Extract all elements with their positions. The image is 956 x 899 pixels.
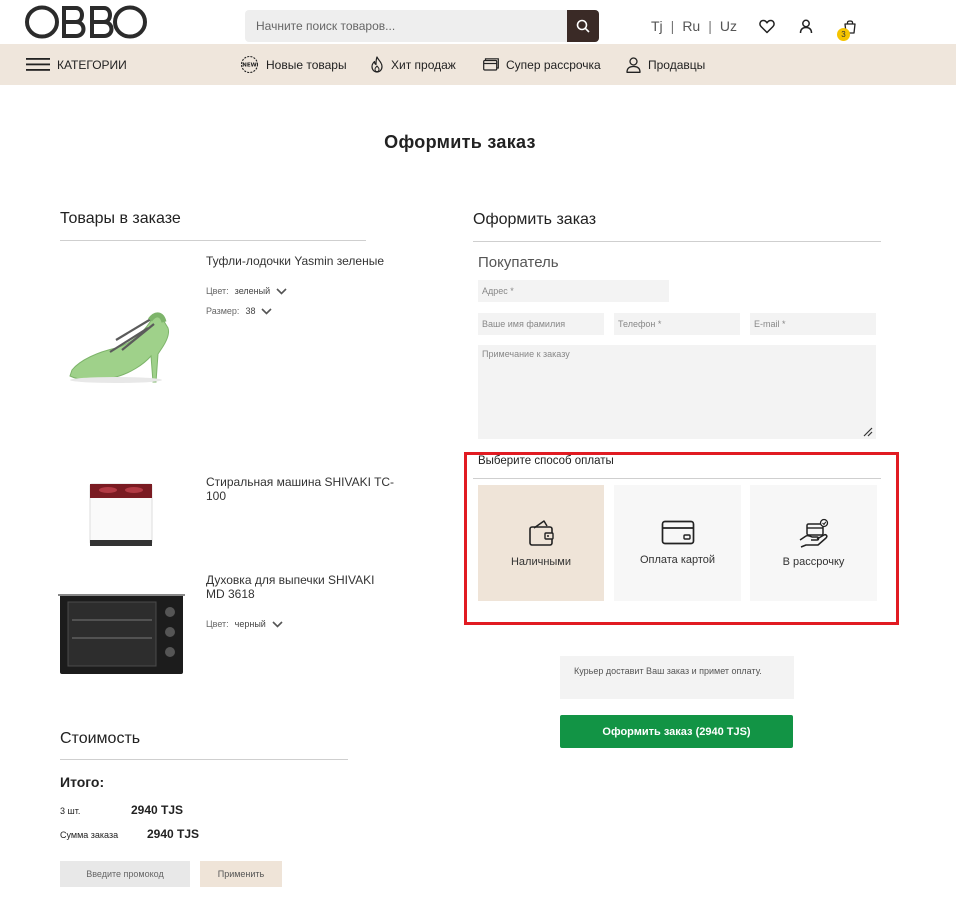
color-label: Цвет:	[206, 286, 229, 296]
payment-title: Выберите способ оплаты	[478, 455, 614, 467]
lang-ru[interactable]: Ru	[682, 18, 700, 34]
nav-sellers[interactable]: Продавцы	[626, 44, 705, 85]
full-name-field[interactable]	[478, 313, 604, 335]
search-icon	[576, 19, 590, 33]
account-button[interactable]	[796, 16, 816, 36]
product-color[interactable]: Цвет: черный	[206, 619, 283, 629]
payment-option-label: Оплата картой	[639, 554, 716, 566]
submit-order-button[interactable]: Оформить заказ (2940 TJS)	[560, 715, 793, 748]
payment-option-label: В рассрочку	[782, 556, 845, 568]
language-switcher: Tj | Ru | Uz	[651, 18, 737, 34]
product-size[interactable]: Размер: 38	[206, 306, 273, 316]
order-note-field[interactable]	[478, 345, 876, 439]
cost-title: Стоимость	[60, 730, 141, 747]
search-bar	[245, 10, 599, 42]
card-icon	[483, 58, 499, 71]
chevron-down-icon	[276, 287, 287, 295]
product-image-washing-machine[interactable]	[84, 474, 158, 550]
product-name[interactable]: Туфли-лодочки Yasmin зеленые	[206, 254, 396, 268]
apply-promo-button[interactable]: Применить	[200, 861, 282, 887]
product-color[interactable]: Цвет: зеленый	[206, 286, 287, 296]
quantity-label: 3 шт.	[60, 806, 81, 816]
product-name[interactable]: Духовка для выпечки SHIVAKI MD 3618	[206, 573, 396, 601]
nav-bestsellers[interactable]: Хит продаж	[370, 44, 456, 85]
total-label: Итого:	[60, 774, 105, 790]
svg-text:NEW: NEW	[242, 63, 256, 69]
page-title: Оформить заказ	[384, 132, 536, 152]
order-items-title: Товары в заказе	[60, 210, 181, 227]
search-button[interactable]	[567, 10, 599, 42]
divider	[60, 240, 366, 241]
wishlist-button[interactable]	[757, 16, 777, 36]
promo-code-input[interactable]	[60, 861, 190, 887]
product-name[interactable]: Стиральная машина SHIVAKI TC-100	[206, 475, 396, 503]
categories-label: КАТЕГОРИИ	[57, 57, 127, 72]
phone-field[interactable]	[614, 313, 740, 335]
product-image-shoe[interactable]	[50, 252, 192, 398]
nav-new-items-label: Новые товары	[266, 57, 347, 72]
email-field[interactable]	[750, 313, 876, 335]
divider	[473, 241, 881, 242]
cart-count-badge: 3	[837, 28, 850, 41]
lang-separator: |	[708, 18, 712, 34]
color-value: черный	[234, 619, 266, 629]
courier-info: Курьер доставит Ваш заказ и примет оплат…	[560, 656, 794, 699]
wallet-icon	[529, 520, 554, 546]
quantity-value: 2940 TJS	[131, 803, 184, 817]
divider	[473, 478, 881, 479]
buyer-title: Покупатель	[478, 254, 559, 271]
payment-option-label: Наличными	[510, 556, 572, 568]
user-icon	[799, 19, 813, 33]
payment-option-installment[interactable]: В рассрочку	[750, 485, 877, 601]
size-label: Размер:	[206, 306, 240, 316]
chevron-down-icon	[272, 620, 283, 628]
fire-icon	[371, 56, 383, 73]
nav-bestsellers-label: Хит продаж	[391, 57, 456, 72]
nav-bar: КАТЕГОРИИ NEW Новые товары Хит продаж Су…	[0, 44, 956, 85]
installment-icon	[799, 518, 828, 548]
nav-sellers-label: Продавцы	[648, 57, 706, 72]
heart-icon	[759, 19, 775, 33]
divider	[60, 759, 348, 760]
lang-uz[interactable]: Uz	[720, 18, 737, 34]
hamburger-icon	[26, 58, 50, 71]
lang-separator: |	[670, 18, 675, 34]
logo[interactable]	[24, 4, 148, 40]
resize-handle-icon[interactable]	[862, 426, 873, 437]
address-field[interactable]	[478, 280, 669, 302]
order-sum-label: Сумма заказа	[60, 830, 119, 840]
nav-installment-label: Супер рассрочка	[506, 57, 601, 72]
order-sum-value: 2940 TJS	[147, 827, 200, 841]
user-icon	[626, 56, 641, 73]
color-label: Цвет:	[206, 619, 229, 629]
payment-option-cash[interactable]: Наличными	[478, 485, 604, 601]
checkout-title: Оформить заказ	[473, 211, 597, 228]
nav-new-items[interactable]: NEW Новые товары	[240, 44, 347, 85]
credit-card-icon	[661, 520, 694, 545]
product-image-oven[interactable]	[58, 590, 185, 680]
payment-option-card[interactable]: Оплата картой	[614, 485, 741, 601]
search-input[interactable]	[245, 10, 567, 42]
color-value: зеленый	[234, 286, 271, 296]
nav-installment[interactable]: Супер рассрочка	[483, 44, 601, 85]
lang-tj[interactable]: Tj	[651, 18, 663, 34]
new-badge-icon: NEW	[240, 55, 259, 74]
categories-menu[interactable]: КАТЕГОРИИ	[26, 44, 127, 85]
size-value: 38	[245, 306, 256, 316]
chevron-down-icon	[261, 307, 273, 315]
